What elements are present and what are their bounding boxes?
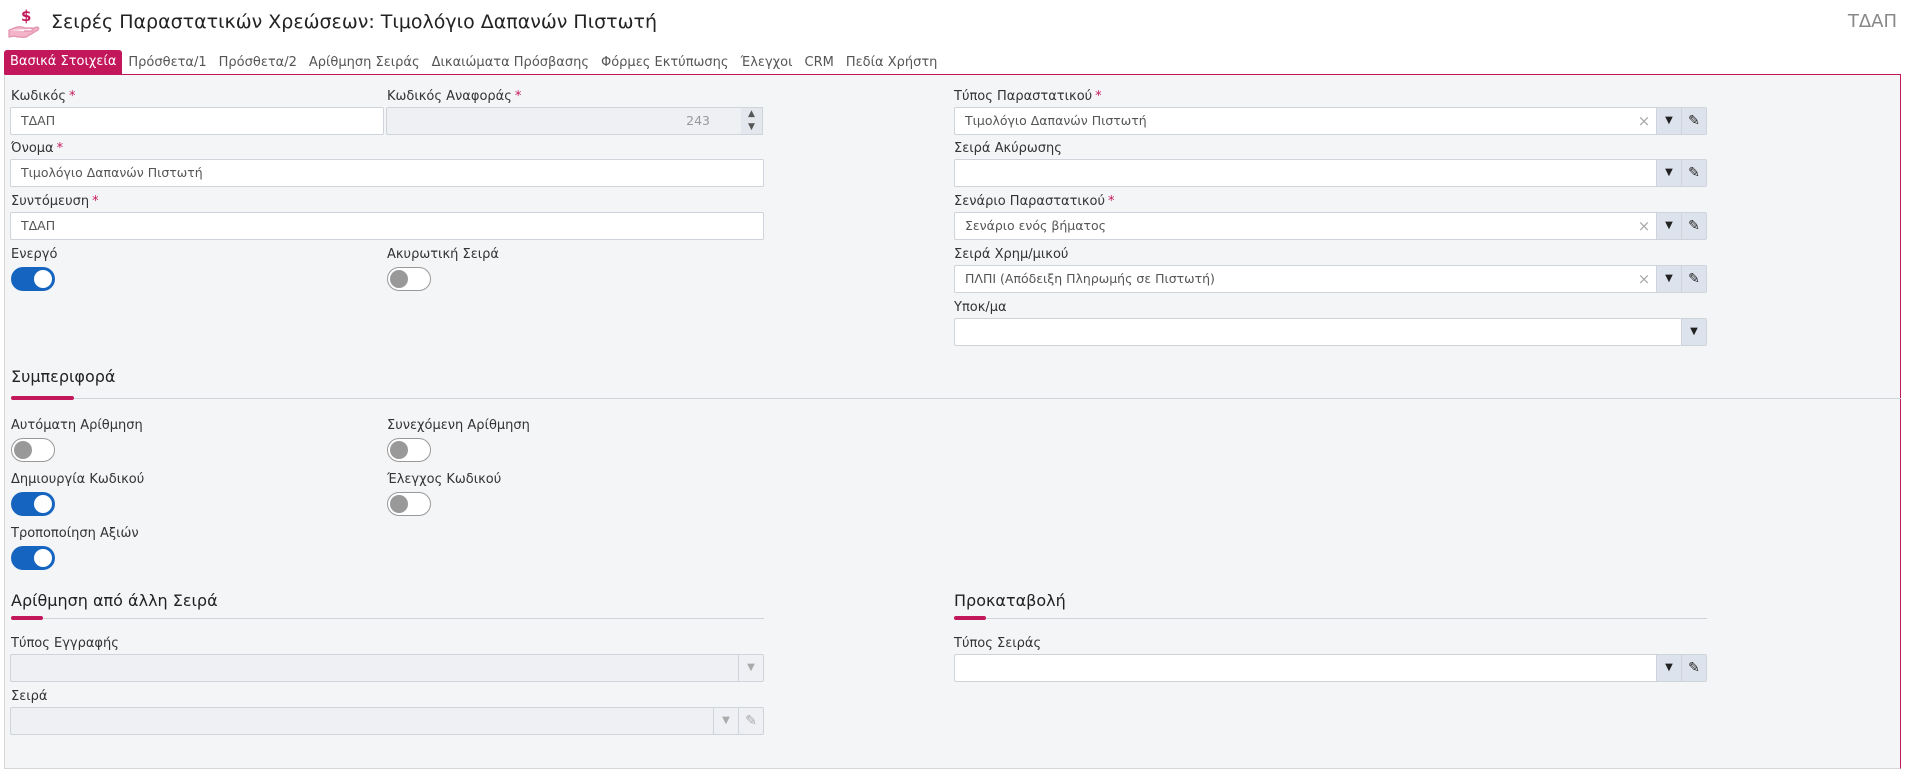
code-check-toggle[interactable] xyxy=(387,492,431,516)
tab-series-numbering[interactable]: Αρίθμηση Σειράς xyxy=(303,52,426,74)
spin-up-icon[interactable]: ▲ xyxy=(741,108,762,121)
section-accent xyxy=(11,396,74,400)
cancel-series-toggle[interactable] xyxy=(387,267,431,291)
doc-type-select[interactable]: Τιμολόγιο Δαπανών Πιστωτή × ▼ ✎ xyxy=(954,107,1707,135)
cancel-series-label: Ακυρωτική Σειρά xyxy=(387,247,499,262)
name-label: Όνομα * xyxy=(11,141,64,156)
series-label: Σειρά xyxy=(11,689,48,704)
section-divider xyxy=(954,618,1707,619)
tab-crm[interactable]: CRM xyxy=(799,52,840,74)
tab-access-rights[interactable]: Δικαιώματα Πρόσβασης xyxy=(426,52,595,74)
section-divider xyxy=(11,398,1901,399)
tab-basic-info[interactable]: Βασικά Στοιχεία xyxy=(4,50,123,74)
short-input[interactable]: ΤΔΑΠ xyxy=(10,212,764,240)
tab-extra-2[interactable]: Πρόσθετα/2 xyxy=(213,52,303,74)
payment-series-select[interactable]: ΠΛΠΙ (Απόδειξη Πληρωμής σε Πιστωτή) × ▼ … xyxy=(954,265,1707,293)
form-panel: Κωδικός * ΤΔΑΠ Κωδικός Αναφοράς * 243 ▲ ▼ … xyxy=(4,74,1901,769)
value-edit-label: Τροποποίηση Αξιών xyxy=(11,526,139,541)
code-check-label: Έλεγχος Κωδικού xyxy=(387,472,502,487)
record-code: ΤΔΑΠ xyxy=(1847,11,1897,32)
toggle-knob xyxy=(390,441,408,459)
edit-icon[interactable]: ✎ xyxy=(1681,213,1706,239)
chevron-down-icon[interactable]: ▼ xyxy=(1656,655,1681,681)
cancel-series-select-label: Σειρά Ακύρωσης xyxy=(954,141,1062,156)
page-header: $ Σειρές Παραστατικών Χρεώσεων: Τιμολόγι… xyxy=(0,0,1905,46)
edit-icon[interactable]: ✎ xyxy=(738,708,763,734)
series-type-label: Τύπος Σειράς xyxy=(954,636,1042,651)
chevron-down-icon[interactable]: ▼ xyxy=(1656,160,1681,186)
edit-icon[interactable]: ✎ xyxy=(1681,160,1706,186)
ref-code-label: Κωδικός Αναφοράς * xyxy=(387,89,522,104)
spin-down-icon[interactable]: ▼ xyxy=(741,121,762,134)
code-create-toggle[interactable] xyxy=(11,492,55,516)
chevron-down-icon[interactable]: ▼ xyxy=(713,708,738,734)
numbering-other-section-title: Αρίθμηση από άλλη Σειρά xyxy=(11,591,218,610)
toggle-knob xyxy=(34,495,52,513)
page-title: Σειρές Παραστατικών Χρεώσεων: Τιμολόγιο … xyxy=(51,11,657,33)
cancel-series-select[interactable]: ▼ ✎ xyxy=(954,159,1707,187)
section-divider xyxy=(11,618,764,619)
record-type-label: Τύπος Εγγραφής xyxy=(11,636,119,651)
chevron-down-icon[interactable]: ▼ xyxy=(1656,266,1681,292)
edit-icon[interactable]: ✎ xyxy=(1681,266,1706,292)
doc-type-value: Τιμολόγιο Δαπανών Πιστωτή xyxy=(965,113,1147,128)
chevron-down-icon[interactable]: ▼ xyxy=(1681,319,1706,345)
tab-bar: Βασικά Στοιχεία Πρόσθετα/1 Πρόσθετα/2 Αρ… xyxy=(4,50,943,74)
svg-text:$: $ xyxy=(21,7,31,25)
auto-numbering-toggle[interactable] xyxy=(11,438,55,462)
code-input[interactable]: ΤΔΑΠ xyxy=(10,107,384,135)
scenario-label: Σενάριο Παραστατικού * xyxy=(954,194,1115,209)
toggle-knob xyxy=(390,495,408,513)
branch-select[interactable]: ▼ xyxy=(954,318,1707,346)
section-accent xyxy=(954,616,986,620)
clear-icon[interactable]: × xyxy=(1636,266,1652,292)
active-label: Ενεργό xyxy=(11,247,58,262)
branch-label: Υποκ/μα xyxy=(954,300,1007,315)
chevron-down-icon[interactable]: ▼ xyxy=(1656,213,1681,239)
edit-icon[interactable]: ✎ xyxy=(1681,108,1706,134)
code-create-label: Δημιουργία Κωδικού xyxy=(11,472,145,487)
ref-code-input[interactable]: 243 xyxy=(386,107,743,135)
record-type-select[interactable]: ▼ xyxy=(10,654,764,682)
payment-series-label: Σειρά Χρημ/μικού xyxy=(954,247,1069,262)
name-input[interactable]: Τιμολόγιο Δαπανών Πιστωτή xyxy=(10,159,764,187)
active-toggle[interactable] xyxy=(11,267,55,291)
scenario-value: Σενάριο ενός βήματος xyxy=(965,218,1106,233)
ref-code-stepper[interactable]: ▲ ▼ xyxy=(741,107,763,135)
toggle-knob xyxy=(34,549,52,567)
hand-dollar-icon: $ xyxy=(8,7,40,38)
edit-icon[interactable]: ✎ xyxy=(1681,655,1706,681)
continuous-numbering-label: Συνεχόμενη Αρίθμηση xyxy=(387,418,530,433)
toggle-knob xyxy=(34,270,52,288)
scenario-select[interactable]: Σενάριο ενός βήματος × ▼ ✎ xyxy=(954,212,1707,240)
section-accent xyxy=(11,616,43,620)
advance-section-title: Προκαταβολή xyxy=(954,591,1066,610)
clear-icon[interactable]: × xyxy=(1636,108,1652,134)
series-type-select[interactable]: ▼ ✎ xyxy=(954,654,1707,682)
value-edit-toggle[interactable] xyxy=(11,546,55,570)
clear-icon[interactable]: × xyxy=(1636,213,1652,239)
short-label: Συντόμευση * xyxy=(11,194,99,209)
toggle-knob xyxy=(14,441,32,459)
code-label: Κωδικός * xyxy=(11,89,76,104)
continuous-numbering-toggle[interactable] xyxy=(387,438,431,462)
behavior-section-title: Συμπεριφορά xyxy=(11,367,116,386)
chevron-down-icon[interactable]: ▼ xyxy=(738,655,763,681)
auto-numbering-label: Αυτόματη Αρίθμηση xyxy=(11,418,143,433)
payment-series-value: ΠΛΠΙ (Απόδειξη Πληρωμής σε Πιστωτή) xyxy=(965,271,1215,286)
tab-print-forms[interactable]: Φόρμες Εκτύπωσης xyxy=(595,52,735,74)
doc-type-label: Τύπος Παραστατικού * xyxy=(954,89,1102,104)
tab-user-fields[interactable]: Πεδία Χρήστη xyxy=(840,52,944,74)
tab-extra-1[interactable]: Πρόσθετα/1 xyxy=(122,52,212,74)
toggle-knob xyxy=(390,270,408,288)
series-select[interactable]: ▼ ✎ xyxy=(10,707,764,735)
chevron-down-icon[interactable]: ▼ xyxy=(1656,108,1681,134)
tab-checks[interactable]: Έλεγχοι xyxy=(735,52,799,74)
